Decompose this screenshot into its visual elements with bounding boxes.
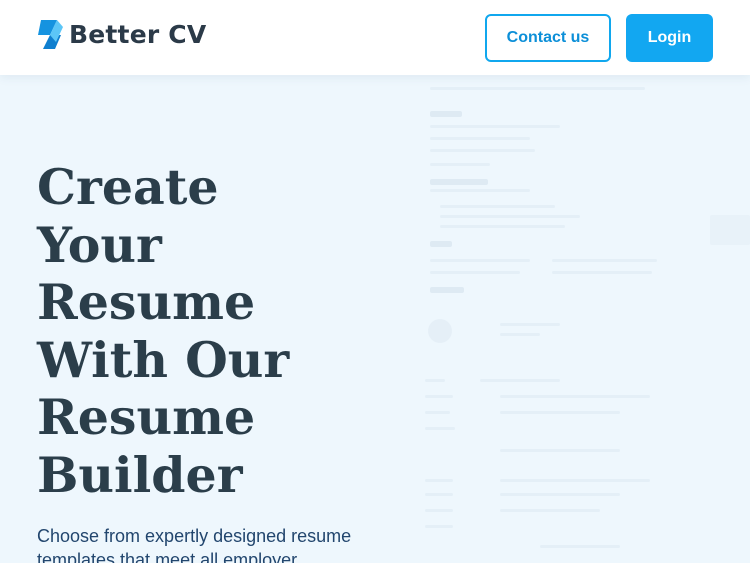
preview-line xyxy=(500,493,620,496)
preview-line xyxy=(425,509,453,512)
preview-line xyxy=(480,379,560,382)
preview-line xyxy=(500,333,540,336)
headline-line: Resume xyxy=(37,273,256,331)
preview-line xyxy=(425,525,453,528)
hero-section: Create Your Resume With Our Resume Build… xyxy=(0,75,750,563)
preview-line xyxy=(500,395,650,398)
preview-line xyxy=(430,87,645,90)
headline-line: Create xyxy=(37,158,219,216)
preview-line xyxy=(430,259,530,262)
hero-headline: Create Your Resume With Our Resume Build… xyxy=(37,158,387,504)
preview-line xyxy=(425,411,450,414)
preview-line xyxy=(430,163,490,166)
better-cv-logo-icon xyxy=(38,20,63,49)
contact-us-button[interactable]: Contact us xyxy=(485,14,611,62)
preview-line xyxy=(552,259,657,262)
preview-line xyxy=(425,395,453,398)
preview-line xyxy=(425,427,455,430)
preview-line xyxy=(500,479,650,482)
preview-line xyxy=(430,149,535,152)
preview-line xyxy=(552,271,652,274)
preview-heading xyxy=(430,287,464,293)
headline-line: Your xyxy=(37,215,162,274)
preview-line xyxy=(430,125,560,128)
preview-heading xyxy=(430,241,452,247)
hero-subtext: Choose from expertly designed resume tem… xyxy=(37,526,352,563)
headline-line: Resume xyxy=(37,388,256,446)
preview-line xyxy=(440,225,565,228)
brand-name: Better CV xyxy=(69,20,207,49)
headline-line: With Our xyxy=(37,330,290,389)
preview-line xyxy=(425,479,453,482)
preview-line xyxy=(500,411,620,414)
preview-line xyxy=(430,137,530,140)
preview-line xyxy=(540,545,620,548)
preview-card xyxy=(710,215,750,245)
resume-preview-illustration xyxy=(410,75,750,563)
preview-line xyxy=(440,205,555,208)
preview-heading xyxy=(430,111,462,117)
preview-line xyxy=(430,271,520,274)
preview-line xyxy=(430,189,530,192)
preview-line xyxy=(500,509,600,512)
preview-avatar xyxy=(428,319,452,343)
headline-line: Builder xyxy=(37,445,243,504)
preview-line xyxy=(500,449,620,452)
site-header: Better CV Contact us Login xyxy=(0,0,750,75)
preview-line xyxy=(500,323,560,326)
preview-line xyxy=(425,379,445,382)
login-button[interactable]: Login xyxy=(626,14,713,62)
preview-heading xyxy=(430,179,488,185)
brand-logo[interactable]: Better CV xyxy=(37,19,206,50)
preview-line xyxy=(440,215,580,218)
preview-line xyxy=(425,493,453,496)
